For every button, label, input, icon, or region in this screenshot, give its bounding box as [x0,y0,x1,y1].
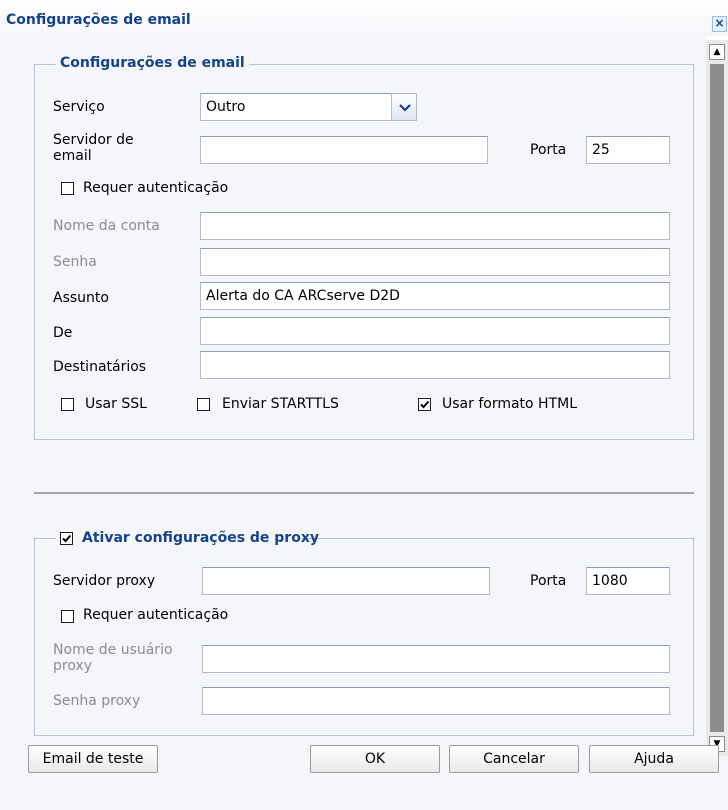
require-auth-checkbox[interactable] [61,182,74,195]
proxy-legend: Ativar configurações de proxy [82,530,319,546]
proxy-server-label: Servidor proxy [53,573,156,589]
proxy-require-auth-label: Requer autenticação [83,607,229,623]
checkmark-icon [62,534,72,543]
chevron-down-icon [399,104,411,112]
subject-input[interactable] [200,282,670,310]
use-ssl-checkbox[interactable] [61,398,74,411]
use-html-checkbox[interactable] [418,398,431,411]
port-input[interactable] [586,136,670,164]
service-label: Serviço [53,99,105,115]
proxy-server-input[interactable] [202,567,490,595]
help-button[interactable]: Ajuda [589,745,719,773]
test-email-button[interactable]: Email de teste [28,745,158,773]
use-html-label: Usar formato HTML [442,396,578,412]
from-label: De [53,325,73,341]
ok-button[interactable]: OK [310,745,440,773]
vertical-scrollbar[interactable]: ▲ ▼ [706,40,728,756]
email-settings-legend: Configurações de email [56,55,249,71]
proxy-port-label: Porta [530,573,567,589]
password-label: Senha [53,254,97,270]
use-ssl-label: Usar SSL [85,396,147,412]
service-dropdown-button[interactable] [391,93,417,121]
proxy-password-input[interactable] [202,687,670,715]
proxy-legend-wrapper: Ativar configurações de proxy [56,529,319,549]
enable-proxy-checkbox[interactable] [60,532,73,545]
close-icon[interactable]: × [712,16,727,32]
service-select[interactable] [200,93,392,121]
server-input[interactable] [200,136,488,164]
from-input[interactable] [200,317,670,345]
account-name-label: Nome da conta [53,218,160,234]
subject-label: Assunto [53,290,109,306]
checkmark-icon [420,400,430,409]
require-auth-label: Requer autenticação [83,180,229,196]
dialog-titlebar: Configurações de email × [0,0,728,36]
scrollbar-thumb[interactable] [710,64,724,732]
recipients-input[interactable] [200,351,670,379]
dialog-title: Configurações de email [6,12,191,28]
send-starttls-checkbox[interactable] [197,398,210,411]
password-input[interactable] [200,248,670,276]
proxy-password-label: Senha proxy [53,693,141,709]
proxy-port-input[interactable] [586,567,670,595]
proxy-require-auth-checkbox[interactable] [61,610,74,623]
proxy-username-label: Nome de usuário proxy [53,642,173,674]
section-divider [34,492,694,494]
send-starttls-label: Enviar STARTTLS [222,396,339,412]
scroll-up-icon[interactable]: ▲ [709,44,725,60]
port-label: Porta [530,142,567,158]
cancel-button[interactable]: Cancelar [449,745,579,773]
proxy-username-input[interactable] [202,645,670,673]
server-label: Servidor de email [53,132,134,164]
account-name-input[interactable] [200,212,670,240]
recipients-label: Destinatários [53,359,147,375]
